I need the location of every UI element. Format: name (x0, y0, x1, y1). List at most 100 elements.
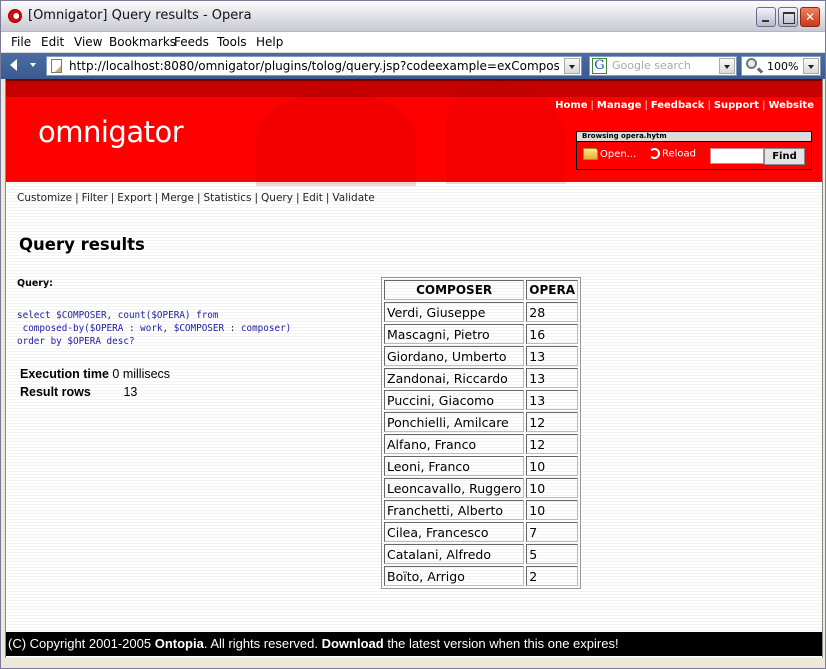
composer-cell[interactable]: Mascagni, Pietro (384, 324, 525, 344)
table-row: Leoni, Franco 10 (384, 456, 578, 476)
nav-support[interactable]: Support (714, 100, 759, 111)
table-row: Mascagni, Pietro 16 (384, 324, 578, 344)
search-field[interactable]: G Google search (589, 56, 737, 76)
reload-button[interactable]: Reload (649, 148, 696, 160)
opera-count-cell: 10 (526, 478, 578, 498)
footer-rights: . All rights reserved. (203, 636, 322, 651)
plugin-separator: | (75, 192, 79, 204)
page-viewport: omnigator Home | Manage | Feedback | Support | W… (5, 79, 823, 658)
nav-manage[interactable]: Manage (597, 100, 642, 111)
close-button[interactable]: ✕ (800, 7, 820, 27)
composer-cell[interactable]: Alfano, Franco (384, 434, 525, 454)
nav-separator: | (762, 100, 766, 111)
composer-cell[interactable]: Cilea, Francesco (384, 522, 525, 542)
menu-help[interactable]: Help (256, 35, 283, 49)
opera-count-cell: 12 (526, 434, 578, 454)
history-dropdown[interactable] (30, 63, 36, 67)
composer-cell[interactable]: Boïto, Arrigo (384, 566, 525, 586)
address-toolbar: http://localhost:8080/omnigator/plugins/… (1, 53, 825, 79)
zoom-control[interactable]: 100% (741, 56, 821, 76)
open-button[interactable]: Open... (583, 148, 636, 160)
menu-feeds[interactable]: Feeds (174, 35, 209, 49)
query-code: select $COMPOSER, count($OPERA) from com… (17, 310, 292, 347)
menu-view[interactable]: View (74, 35, 102, 49)
footer-suffix: the latest version when this one expires… (383, 636, 619, 651)
maximize-button[interactable] (778, 7, 798, 27)
table-row: Ponchielli, Amilcare 12 (384, 412, 578, 432)
composer-cell[interactable]: Catalani, Alfredo (384, 544, 525, 564)
menu-edit[interactable]: Edit (41, 35, 64, 49)
opera-count-cell: 10 (526, 456, 578, 476)
result-rows-label: Result rows (20, 385, 91, 399)
opera-count-cell: 13 (526, 368, 578, 388)
composer-cell[interactable]: Leoni, Franco (384, 456, 525, 476)
top-navigation: Home | Manage | Feedback | Support | Website (555, 100, 814, 111)
menu-file[interactable]: File (11, 35, 31, 49)
search-engine-dropdown[interactable] (719, 58, 735, 74)
plugin-separator: | (295, 192, 300, 204)
composer-cell[interactable]: Leoncavallo, Ruggero (384, 478, 525, 498)
table-row: Verdi, Giuseppe 28 (384, 302, 578, 322)
find-input[interactable] (710, 148, 764, 164)
plugin-separator: | (196, 192, 201, 204)
minimize-button[interactable] (756, 7, 776, 27)
opera-count-cell: 13 (526, 390, 578, 410)
execution-time-row: Execution time 0 millisecs (20, 367, 170, 385)
nav-feedback[interactable]: Feedback (651, 100, 705, 111)
window-title: [Omnigator] Query results - Opera (28, 8, 252, 23)
plugin-separator: | (254, 192, 259, 204)
composer-cell[interactable]: Giordano, Umberto (384, 346, 525, 366)
download-link[interactable]: Download (322, 636, 384, 651)
nav-website[interactable]: Website (768, 100, 814, 111)
google-icon: G (592, 58, 607, 74)
composer-cell[interactable]: Ponchielli, Amilcare (384, 412, 525, 432)
column-header-opera: OPERA (526, 280, 578, 300)
address-dropdown-button[interactable] (564, 58, 580, 74)
browser-window: [Omnigator] Query results - Opera ✕ File… (0, 0, 826, 669)
back-button[interactable] (10, 59, 17, 71)
table-row: Boïto, Arrigo 2 (384, 566, 578, 586)
composer-cell[interactable]: Zandonai, Riccardo (384, 368, 525, 388)
plugin-query[interactable]: Query (261, 192, 293, 204)
open-label: Open... (600, 149, 637, 160)
close-icon: ✕ (804, 10, 816, 24)
opera-count-cell: 28 (526, 302, 578, 322)
search-placeholder: Google search (612, 59, 691, 72)
zoom-value: 100% (767, 60, 799, 73)
plugin-bar: Customize | Filter | Export | Merge | Statistics… (17, 192, 375, 204)
result-rows-value: 13 (123, 385, 138, 399)
omnigator-logo[interactable]: omnigator (38, 115, 184, 149)
plugin-merge[interactable]: Merge (161, 192, 194, 204)
folder-open-icon (583, 148, 598, 160)
plugin-customize[interactable]: Customize (17, 192, 72, 204)
table-row: Catalani, Alfredo 5 (384, 544, 578, 564)
table-row: Zandonai, Riccardo 13 (384, 368, 578, 388)
find-button[interactable]: Find (764, 148, 805, 165)
plugin-statistics[interactable]: Statistics (203, 192, 251, 204)
reload-label: Reload (662, 148, 697, 160)
address-field[interactable]: http://localhost:8080/omnigator/plugins/… (46, 56, 582, 76)
zoom-dropdown-button[interactable] (803, 58, 819, 74)
title-bar: [Omnigator] Query results - Opera ✕ (1, 1, 825, 32)
composer-cell[interactable]: Verdi, Giuseppe (384, 302, 525, 322)
composer-cell[interactable]: Franchetti, Alberto (384, 500, 525, 520)
url-text[interactable]: http://localhost:8080/omnigator/plugins/… (69, 59, 559, 73)
composer-cell[interactable]: Puccini, Giacomo (384, 390, 525, 410)
table-header-row: COMPOSER OPERA (384, 280, 578, 300)
ontopia-link[interactable]: Ontopia (155, 636, 204, 651)
nav-home[interactable]: Home (555, 100, 587, 111)
plugin-filter[interactable]: Filter (82, 192, 108, 204)
plugin-export[interactable]: Export (117, 192, 151, 204)
table-row: Alfano, Franco 12 (384, 434, 578, 454)
menu-bookmarks[interactable]: Bookmarks (109, 35, 176, 49)
query-stats: Execution time 0 millisecs Result rows 1… (20, 367, 170, 403)
plugin-separator: | (325, 192, 330, 204)
omnigator-header: omnigator Home | Manage | Feedback | Support | W… (6, 79, 822, 186)
plugin-edit[interactable]: Edit (303, 192, 323, 204)
plugin-validate[interactable]: Validate (332, 192, 374, 204)
table-row: Cilea, Francesco 7 (384, 522, 578, 542)
menu-tools[interactable]: Tools (217, 35, 247, 49)
opera-count-cell: 5 (526, 544, 578, 564)
column-header-composer: COMPOSER (384, 280, 525, 300)
table-row: Giordano, Umberto 13 (384, 346, 578, 366)
